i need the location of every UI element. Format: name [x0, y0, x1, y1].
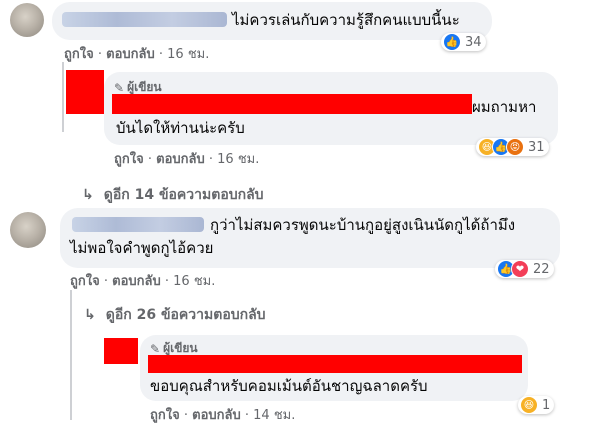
like-link[interactable]: ถูกใจ	[114, 152, 144, 167]
pencil-icon: ✎	[150, 341, 161, 356]
like-reaction-icon: 👍	[443, 33, 461, 51]
view-more-replies[interactable]: ↳ ดูอีก 26 ข้อความตอบกลับ	[84, 304, 266, 326]
reaction-summary[interactable]: 👍 34	[441, 33, 486, 51]
comment-actions: ถูกใจ · ตอบกลับ · 16 ชม.	[64, 47, 210, 62]
comment-text-line2: ไม่พอใจคำพูดกูไอ้ควย	[70, 239, 214, 257]
thread-line	[70, 290, 82, 420]
reply-actions: ถูกใจ · ตอบกลับ · 14 ชม.	[150, 408, 296, 423]
redacted-text	[148, 355, 522, 373]
reaction-summary[interactable]: 😆 👍 😡 31	[476, 138, 549, 156]
commenter-avatar[interactable]	[10, 212, 46, 248]
pencil-icon: ✎	[114, 80, 125, 95]
reply-text-line2: บันไดให้ท่านน่ะครับ	[116, 119, 245, 137]
timestamp[interactable]: 16 ชม.	[217, 152, 259, 167]
reaction-count: 34	[465, 34, 482, 50]
comment-bubble: กูว่าไม่สมควรพูดนะบ้านกูอยู่สูงเนินนัดกู…	[60, 208, 560, 268]
reply-link[interactable]: ตอบกลับ	[156, 152, 205, 167]
reply-arrow-icon: ↳	[84, 307, 96, 323]
timestamp[interactable]: 16 ชม.	[167, 47, 209, 62]
reply-link[interactable]: ตอบกลับ	[106, 47, 155, 62]
timestamp[interactable]: 14 ชม.	[253, 408, 295, 423]
comment-actions: ถูกใจ · ตอบกลับ · 16 ชม.	[70, 274, 216, 289]
love-reaction-icon: ❤	[511, 260, 529, 278]
timestamp[interactable]: 16 ชม.	[173, 274, 215, 289]
redacted-text	[112, 94, 472, 114]
reaction-count: 22	[533, 261, 550, 277]
reaction-summary[interactable]: 👍 ❤ 22	[495, 260, 554, 278]
reply-link[interactable]: ตอบกลับ	[192, 408, 241, 423]
commenter-avatar[interactable]	[10, 3, 44, 37]
reply-actions: ถูกใจ · ตอบกลับ · 16 ชม.	[114, 152, 260, 167]
haha-reaction-icon: 😆	[520, 396, 538, 414]
reaction-count: 31	[528, 139, 545, 155]
like-link[interactable]: ถูกใจ	[150, 408, 180, 423]
reply-text-line1: ผมถามหา	[472, 98, 537, 116]
comment-text-line1: กูว่าไม่สมควรพูดนะบ้านกูอยู่สูงเนินนัดกู…	[210, 216, 516, 234]
reply-arrow-icon: ↳	[82, 187, 94, 203]
author-avatar[interactable]	[66, 70, 104, 114]
angry-reaction-icon: 😡	[506, 138, 524, 156]
commenter-name-blurred[interactable]	[72, 217, 204, 232]
reaction-summary[interactable]: 😆 1	[518, 396, 555, 414]
view-more-replies[interactable]: ↳ ดูอีก 14 ข้อความตอบกลับ	[82, 184, 264, 206]
reaction-count: 1	[542, 397, 551, 413]
comment-bubble: ไม่ควรเล่นกับความรู้สึกคนแบบนี้นะ	[52, 2, 492, 40]
author-avatar[interactable]	[104, 338, 138, 364]
reply-link[interactable]: ตอบกลับ	[112, 274, 161, 289]
like-link[interactable]: ถูกใจ	[70, 274, 100, 289]
reply-bubble: ✎ ผู้เขียน ขอบคุณสำหรับคอมเม้นต์อันชาญฉล…	[140, 335, 528, 401]
reply-text: ขอบคุณสำหรับคอมเม้นต์อันชาญฉลาดครับ	[150, 377, 428, 395]
commenter-name-blurred[interactable]	[62, 12, 227, 27]
comment-text: ไม่ควรเล่นกับความรู้สึกคนแบบนี้นะ	[232, 11, 460, 29]
like-link[interactable]: ถูกใจ	[64, 47, 94, 62]
reply-bubble: ✎ ผู้เขียน ผมถามหา บันไดให้ท่านน่ะครับ	[104, 72, 558, 145]
